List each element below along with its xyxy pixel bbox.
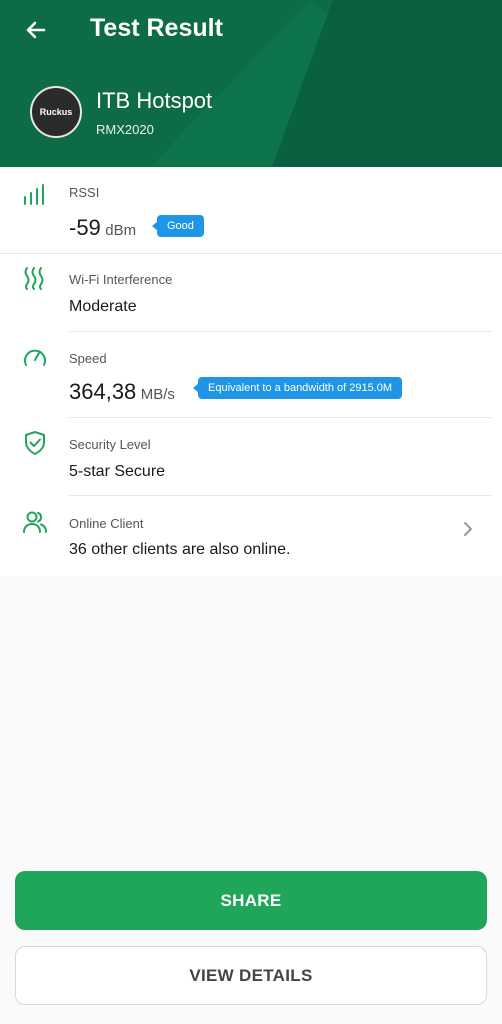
share-button[interactable]: SHARE (15, 871, 487, 930)
rssi-quality-badge: Good (152, 215, 204, 237)
network-ssid: ITB Hotspot (96, 88, 213, 113)
security-label: Security Level (69, 437, 151, 452)
avatar-logo-text: Ruckus (39, 107, 73, 117)
header: Test Result Ruckus ITB Hotspot RMX2020 (0, 0, 502, 167)
waves-icon (24, 267, 44, 290)
rssi-label: RSSI (69, 185, 100, 200)
rssi-row: RSSI -59 dBm Good (0, 167, 502, 254)
security-value: 5-star Secure (69, 463, 166, 480)
chevron-right-icon (464, 522, 472, 536)
clients-value: 36 other clients are also online. (69, 541, 291, 558)
speed-row: Speed 364,38 MB/s Equivalent to a bandwi… (0, 332, 502, 418)
shield-check-icon (25, 431, 45, 455)
speedometer-icon (24, 349, 46, 366)
online-clients-row[interactable]: Online Client 36 other clients are also … (0, 496, 502, 576)
interference-value: Moderate (69, 298, 137, 315)
back-button[interactable] (18, 12, 54, 48)
speed-number: 364,38 (69, 379, 137, 404)
bandwidth-badge: Equivalent to a bandwidth of 2915.0M (192, 377, 403, 399)
clients-label: Online Client (69, 516, 144, 531)
security-row: Security Level 5-star Secure (0, 418, 502, 496)
network-avatar: Ruckus (30, 86, 82, 138)
interference-row: Wi-Fi Interference Moderate (0, 254, 502, 332)
speed-value: 364,38 MB/s (69, 379, 175, 405)
rssi-number: -59 (69, 215, 101, 240)
device-model: RMX2020 (96, 122, 154, 137)
speed-label: Speed (69, 351, 107, 366)
arrow-left-icon (26, 21, 46, 39)
view-details-button[interactable]: VIEW DETAILS (15, 946, 487, 1005)
speed-unit: MB/s (140, 386, 175, 403)
rssi-unit: dBm (105, 222, 137, 239)
page-title: Test Result (90, 14, 223, 42)
rssi-value: -59 dBm (69, 215, 136, 241)
interference-label: Wi-Fi Interference (69, 272, 173, 287)
users-icon (23, 511, 47, 533)
signal-bars-icon (24, 184, 44, 205)
result-list: RSSI -59 dBm Good Wi-Fi Interference Mod… (0, 167, 502, 576)
